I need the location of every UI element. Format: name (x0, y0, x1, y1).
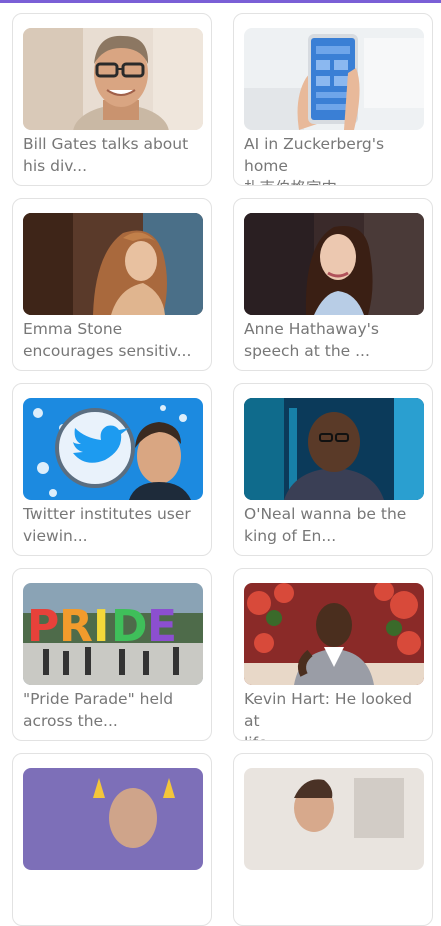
news-card-bill-gates[interactable]: Bill Gates talks about his div... (12, 13, 212, 186)
card-caption: Bill Gates talks about his div... (23, 135, 189, 175)
svg-text:I: I (93, 601, 109, 652)
thumbnail-image (244, 768, 424, 870)
card-caption: Anne Hathaway's speech at the ... (244, 320, 379, 360)
news-card-zuckerberg-ai[interactable]: AI in Zuckerberg's home 扎克伯格家中... (233, 13, 433, 186)
thumbnail-image (244, 398, 424, 500)
news-card-emma-stone[interactable]: Emma Stone encourages sensitiv... (12, 198, 212, 371)
news-card-partial-right[interactable] (233, 753, 433, 926)
thumbnail-image (23, 213, 203, 315)
card-caption: O'Neal wanna be the king of En... (244, 505, 407, 545)
thumbnail-image (244, 28, 424, 130)
thumbnail-image (23, 28, 203, 130)
news-card-anne-hathaway[interactable]: Anne Hathaway's speech at the ... (233, 198, 433, 371)
thumbnail-image (23, 398, 203, 500)
svg-text:R: R (59, 601, 93, 652)
news-card-grid: Bill Gates talks about his div... AI in … (0, 0, 441, 926)
svg-text:E: E (147, 601, 177, 652)
news-card-kevin-hart[interactable]: Kevin Hart: He looked at life ... (233, 568, 433, 741)
card-caption: Emma Stone encourages sensitiv... (23, 320, 192, 360)
svg-text:P: P (27, 601, 59, 652)
news-card-partial-left[interactable] (12, 753, 212, 926)
news-card-oneal[interactable]: O'Neal wanna be the king of En... (233, 383, 433, 556)
svg-text:D: D (111, 601, 148, 652)
thumbnail-image: P R I D E (23, 583, 203, 685)
card-caption: "Pride Parade" held across the... (23, 690, 174, 730)
thumbnail-image (244, 583, 424, 685)
thumbnail-image (244, 213, 424, 315)
news-card-pride-parade[interactable]: P R I D E "Pride Parade" held across the… (12, 568, 212, 741)
card-caption: AI in Zuckerberg's home 扎克伯格家中... (244, 135, 385, 185)
card-caption: Kevin Hart: He looked at life ... (244, 690, 413, 740)
thumbnail-image (23, 768, 203, 870)
card-caption: Twitter institutes user viewin... (23, 505, 191, 545)
news-card-twitter[interactable]: Twitter institutes user viewin... (12, 383, 212, 556)
